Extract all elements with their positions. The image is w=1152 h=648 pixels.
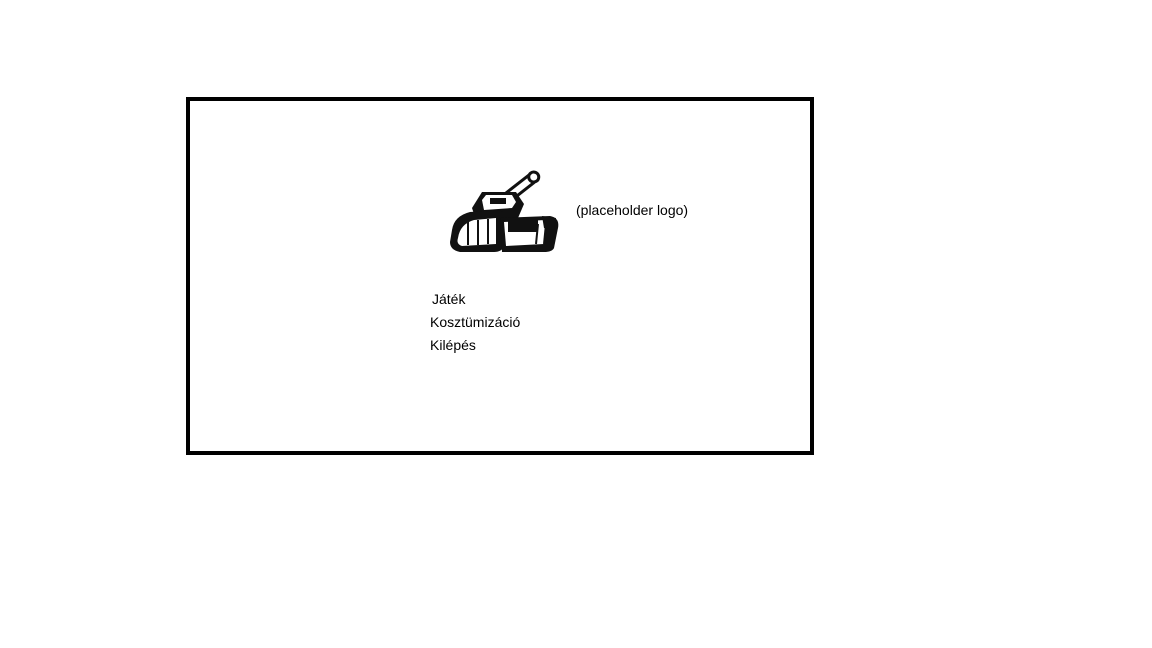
logo-caption: (placeholder logo) xyxy=(576,202,689,218)
menu-item-play[interactable]: Játék xyxy=(430,290,520,313)
menu-window-frame xyxy=(186,97,814,455)
menu-item-customization[interactable]: Kosztümizáció xyxy=(430,313,520,336)
tank-icon xyxy=(450,170,559,252)
main-menu: Játék Kosztümizáció Kilépés xyxy=(430,290,520,359)
menu-item-exit[interactable]: Kilépés xyxy=(430,336,520,359)
